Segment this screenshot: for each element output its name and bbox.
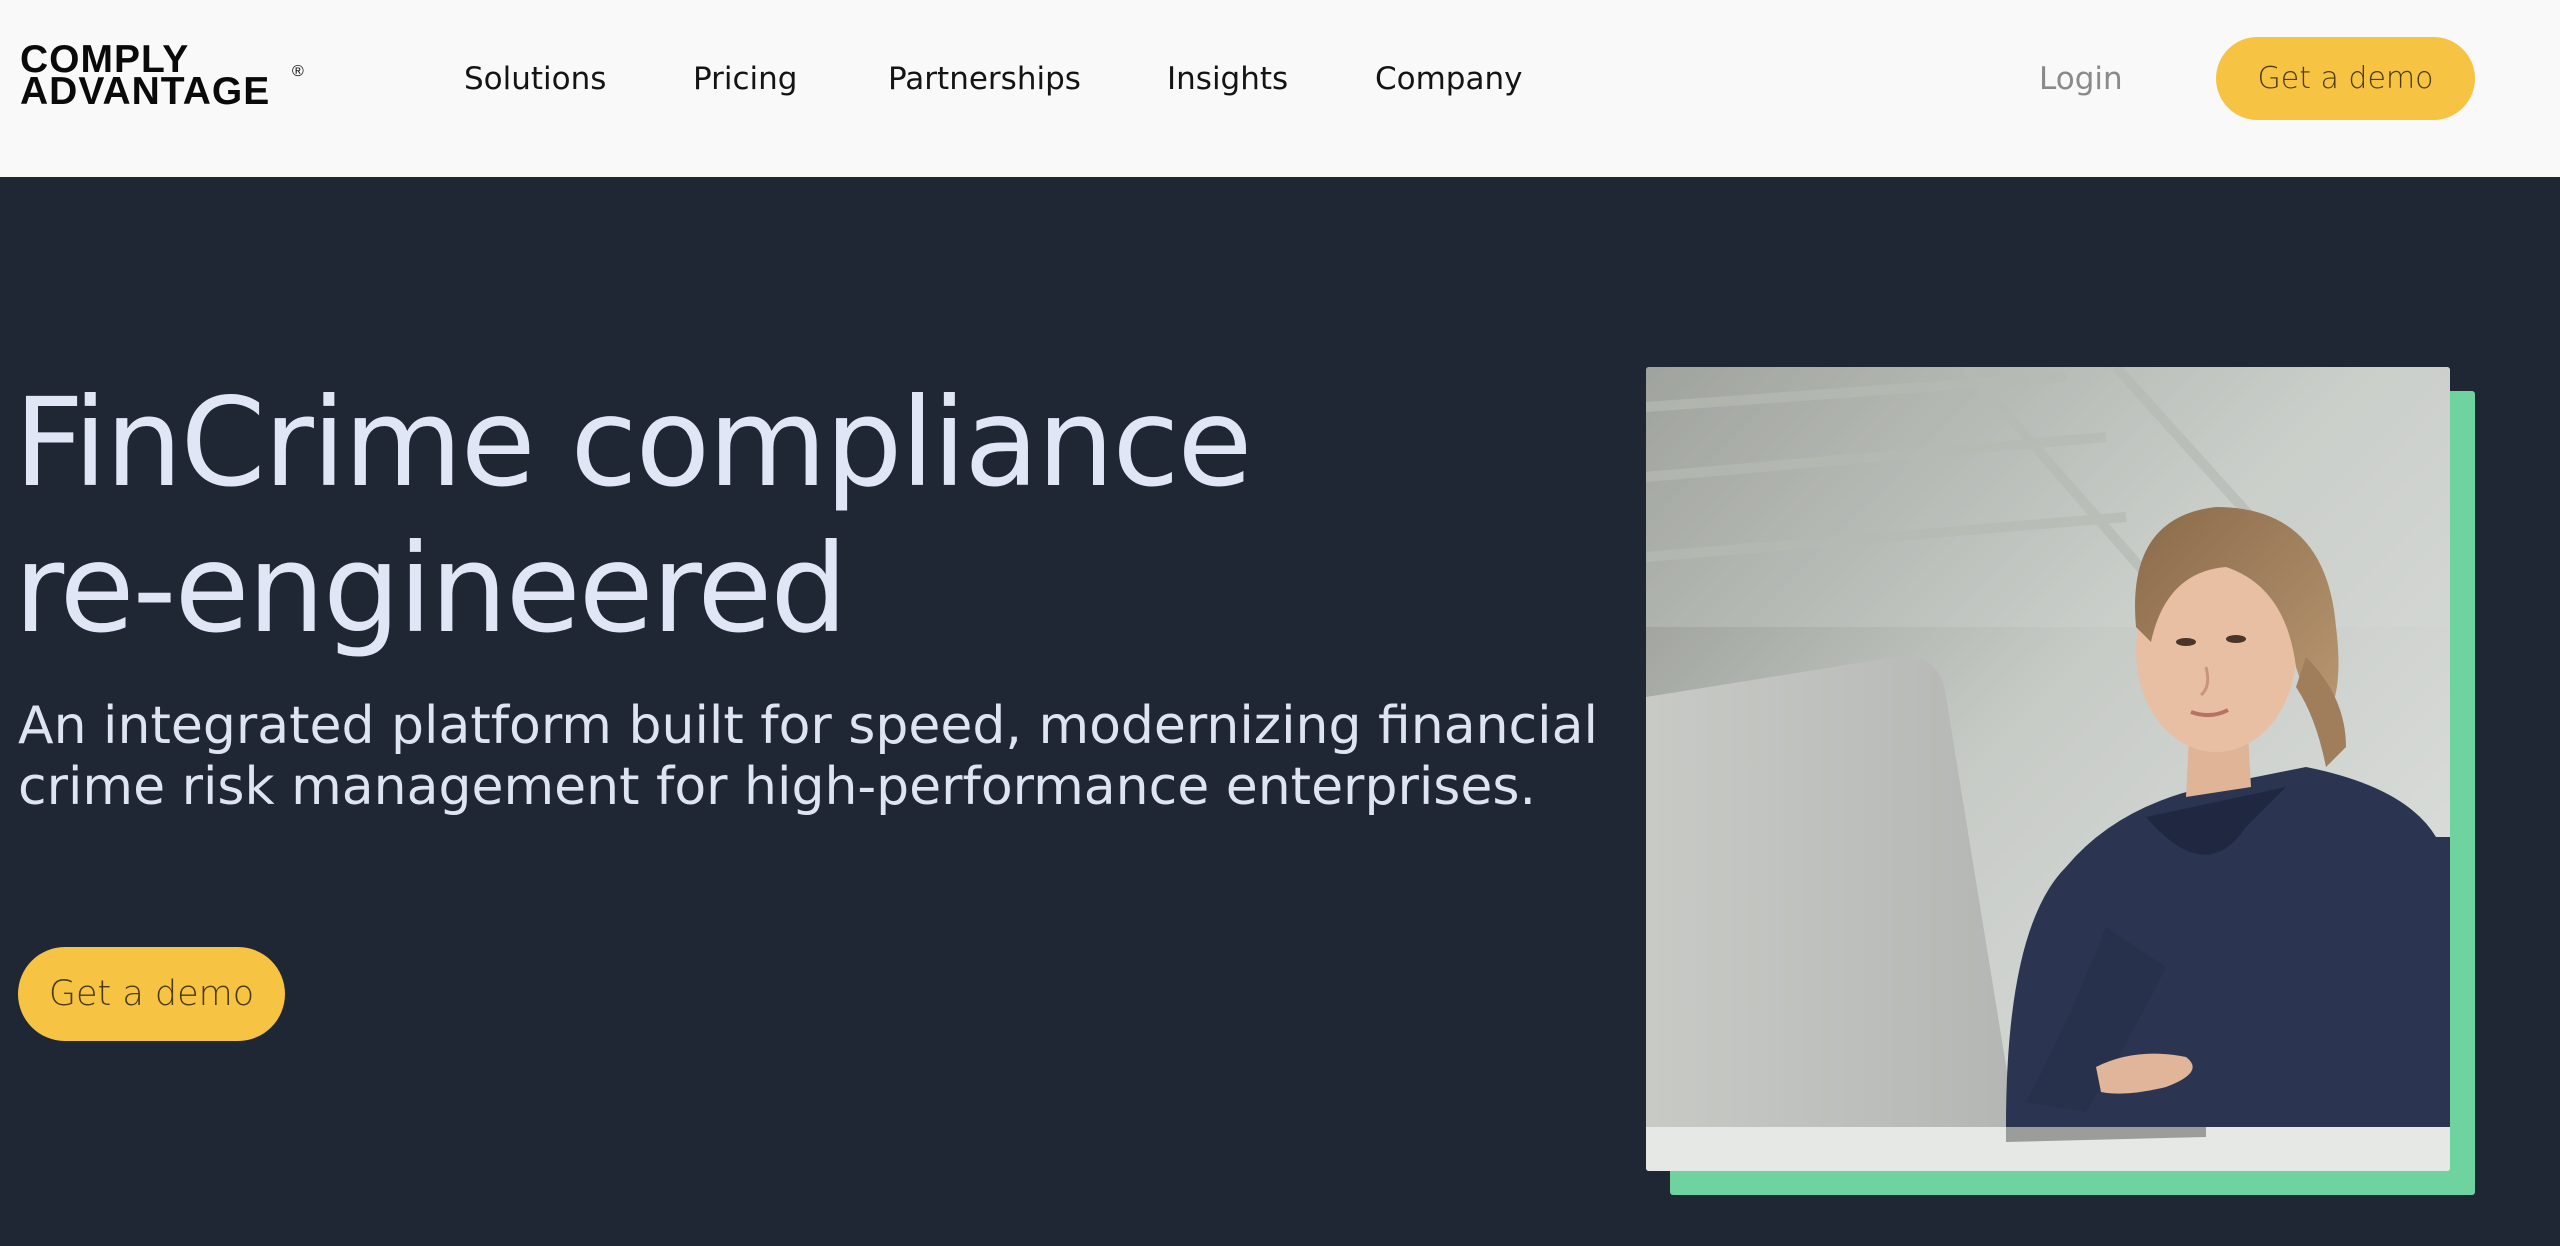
nav-partnerships[interactable]: Partnerships (888, 59, 1081, 99)
hero-subtitle-line-1: An integrated platform built for speed, … (18, 696, 1598, 756)
nav-company[interactable]: Company (1375, 59, 1522, 99)
hero-title-line-2: re-engineered (14, 518, 848, 660)
hero-title-line-1: FinCrime compliance (14, 372, 1252, 514)
hero-subtitle: An integrated platform built for speed, … (18, 696, 1598, 818)
hero-subtitle-line-2: crime risk management for high-performan… (18, 757, 1536, 817)
site-header: COMPLY ADVANTAGE ® Solutions Pricing Par… (0, 0, 2560, 177)
hero-title: FinCrime compliance re-engineered (14, 370, 1414, 662)
main-nav: Solutions Pricing Partnerships Insights … (0, 0, 2560, 177)
get-demo-header-button[interactable]: Get a demo (2216, 37, 2475, 120)
nav-insights[interactable]: Insights (1167, 59, 1288, 99)
get-demo-hero-button[interactable]: Get a demo (18, 947, 285, 1041)
nav-solutions[interactable]: Solutions (464, 59, 606, 99)
login-link[interactable]: Login (2039, 59, 2123, 99)
nav-pricing[interactable]: Pricing (693, 59, 798, 99)
hero-photo (1646, 367, 2450, 1171)
